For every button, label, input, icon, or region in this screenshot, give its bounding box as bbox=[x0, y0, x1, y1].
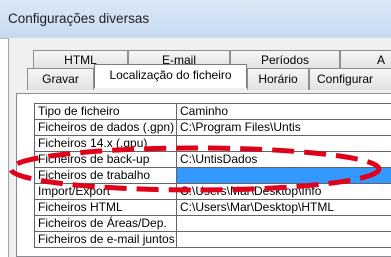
tab-localizacao-label: Localização do ficheiro bbox=[109, 68, 232, 82]
table-row[interactable]: Import/Export C:\Users\Mar\Desktop\Info bbox=[35, 184, 391, 200]
path-cell[interactable]: C:\Users\Mar\Desktop\Info bbox=[177, 184, 391, 200]
file-type-cell[interactable]: Ficheiros HTML bbox=[35, 200, 177, 216]
file-type-cell[interactable]: Ficheiros de e-mail juntos bbox=[35, 232, 177, 248]
title-bar: Configurações diversas bbox=[0, 0, 391, 39]
tab-gravar[interactable]: Gravar bbox=[27, 68, 94, 90]
file-type-cell[interactable]: Ficheiros de trabalho bbox=[35, 168, 177, 184]
tab-a-label: A bbox=[376, 53, 385, 67]
path-cell[interactable]: C:\UntisDados bbox=[177, 152, 391, 168]
path-cell[interactable] bbox=[177, 232, 391, 248]
tab-localizacao-do-ficheiro[interactable]: Localização do ficheiro bbox=[94, 64, 247, 88]
window-title: Configurações diversas bbox=[8, 11, 150, 26]
table-row[interactable]: Ficheiros HTML C:\Users\Mar\Desktop\HTML bbox=[35, 200, 391, 216]
path-cell[interactable]: C:\Users\Mar\Desktop\HTML bbox=[177, 200, 391, 216]
tab-html-label: HTML bbox=[64, 53, 97, 67]
tab-horario[interactable]: Horário bbox=[247, 68, 309, 90]
path-cell-selected[interactable] bbox=[177, 168, 391, 184]
tab-configurar-label: Configurar bbox=[317, 72, 374, 86]
file-location-table: Tipo de ficheiro Caminho Ficheiros de da… bbox=[34, 103, 391, 248]
file-type-cell[interactable]: Ficheiros de Áreas/Dep. bbox=[35, 216, 177, 232]
tab-gravar-label: Gravar bbox=[42, 72, 79, 86]
file-type-cell[interactable]: Ficheiros 14.x (.gpu) bbox=[35, 136, 177, 152]
tab-horario-label: Horário bbox=[258, 72, 298, 86]
table-header-row: Tipo de ficheiro Caminho bbox=[35, 104, 391, 120]
tab-periodos-label: Períodos bbox=[260, 53, 310, 67]
path-cell[interactable]: C:\Program Files\Untis bbox=[177, 120, 391, 136]
tab-a[interactable]: A bbox=[340, 50, 391, 68]
table-row[interactable]: Ficheiros 14.x (.gpu) bbox=[35, 136, 391, 152]
path-cell[interactable] bbox=[177, 216, 391, 232]
table-row[interactable]: Ficheiros de back-up C:\UntisDados bbox=[35, 152, 391, 168]
path-cell[interactable] bbox=[177, 136, 391, 152]
table-row[interactable]: Ficheiros de dados (.gpn) C:\Program Fil… bbox=[35, 120, 391, 136]
table-row-selected[interactable]: Ficheiros de trabalho bbox=[35, 168, 391, 184]
file-type-cell[interactable]: Import/Export bbox=[35, 184, 177, 200]
file-type-cell[interactable]: Ficheiros de dados (.gpn) bbox=[35, 120, 177, 136]
table-row[interactable]: Ficheiros de e-mail juntos bbox=[35, 232, 391, 248]
tab-configurar[interactable]: Configurar bbox=[309, 68, 391, 90]
column-header-type[interactable]: Tipo de ficheiro bbox=[35, 104, 177, 120]
file-type-cell[interactable]: Ficheiros de back-up bbox=[35, 152, 177, 168]
column-header-path[interactable]: Caminho bbox=[177, 104, 391, 120]
table-row[interactable]: Ficheiros de Áreas/Dep. bbox=[35, 216, 391, 232]
